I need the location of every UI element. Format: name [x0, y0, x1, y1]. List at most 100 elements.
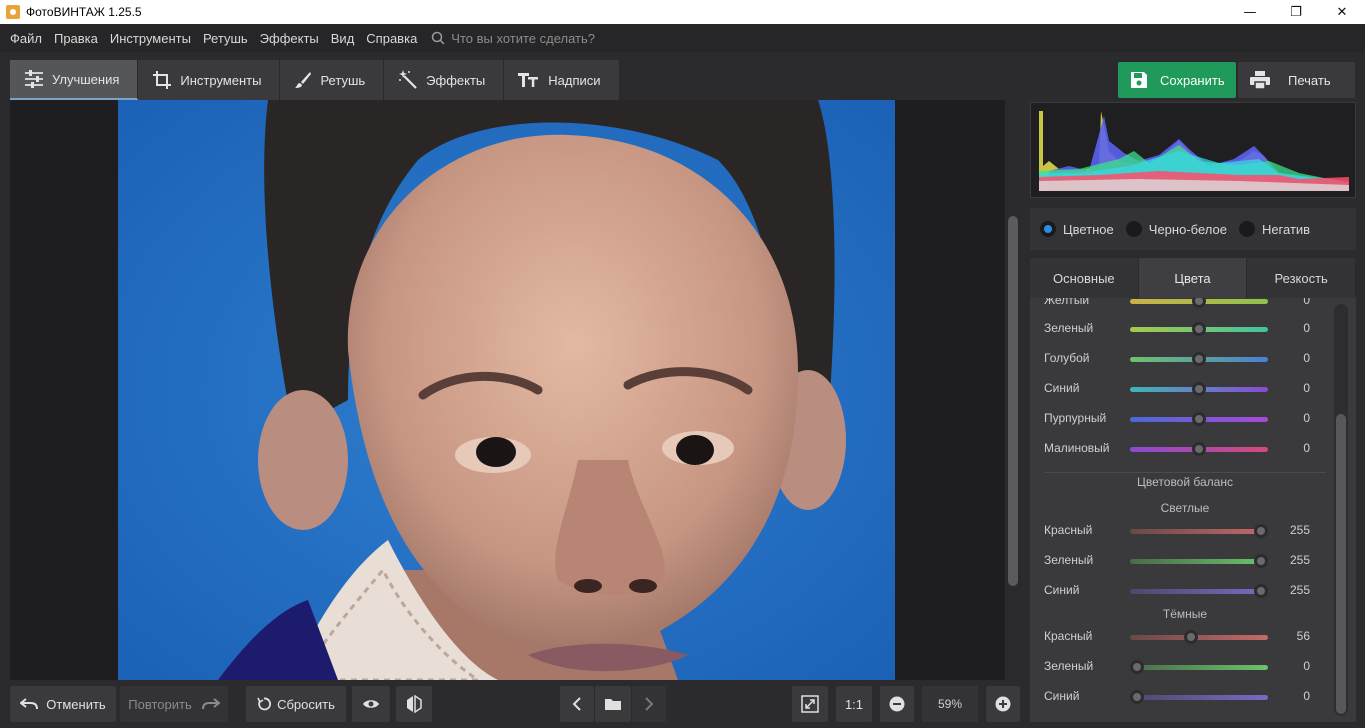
- radio-black-white[interactable]: Черно-белое: [1125, 221, 1227, 237]
- slider-label: Малиновый: [1044, 441, 1110, 455]
- slider-track[interactable]: [1130, 665, 1268, 670]
- slider-value: 56: [1296, 629, 1310, 643]
- image-canvas[interactable]: [10, 100, 1005, 680]
- menu-file[interactable]: Файл: [4, 31, 48, 46]
- radio-color[interactable]: Цветное: [1040, 221, 1114, 237]
- slider-knob[interactable]: [1254, 554, 1268, 568]
- brush-icon: [295, 72, 312, 88]
- menu-retouch[interactable]: Ретушь: [197, 31, 254, 46]
- tab-basic[interactable]: Основные: [1030, 258, 1139, 298]
- slider-knob[interactable]: [1192, 298, 1206, 308]
- radio-negative[interactable]: Негатив: [1238, 221, 1311, 237]
- tab-label: Улучшения: [52, 71, 120, 87]
- fit-screen-icon: [801, 695, 819, 713]
- slider-knob[interactable]: [1192, 412, 1206, 426]
- scrollbar-thumb[interactable]: [1336, 414, 1346, 714]
- reset-button[interactable]: Сбросить: [246, 686, 346, 722]
- tab-enhancements[interactable]: Улучшения: [10, 60, 139, 100]
- open-folder-button[interactable]: [595, 686, 631, 722]
- tab-sharpness[interactable]: Резкость: [1247, 258, 1357, 298]
- menu-effects[interactable]: Эффекты: [254, 31, 325, 46]
- slider-knob[interactable]: [1192, 322, 1206, 336]
- slider-label: Красный: [1044, 523, 1093, 537]
- eye-icon: [363, 700, 379, 708]
- slider-row-cyan: Голубой 0: [1030, 344, 1330, 374]
- maximize-button[interactable]: ❐: [1273, 0, 1319, 24]
- search-input[interactable]: [451, 30, 652, 46]
- radio-label: Негатив: [1261, 221, 1311, 237]
- slider-row-shadows-blue: Синий 0: [1030, 682, 1330, 712]
- slider-label: Зеленый: [1044, 553, 1094, 567]
- chevron-right-icon: [645, 697, 654, 711]
- previous-image-button[interactable]: [560, 686, 594, 722]
- slider-label: Красный: [1044, 629, 1093, 643]
- slider-track[interactable]: [1130, 589, 1268, 594]
- radio-label: Цветное: [1063, 221, 1114, 237]
- window-title: ФотоВИНТАЖ 1.25.5: [26, 5, 142, 19]
- next-image-button[interactable]: [632, 686, 666, 722]
- undo-button[interactable]: Отменить: [10, 686, 116, 722]
- slider-row-highlights-green: Зеленый 255: [1030, 546, 1330, 576]
- slider-label: Голубой: [1044, 351, 1090, 365]
- save-button[interactable]: Сохранить: [1118, 62, 1236, 98]
- canvas-vertical-scrollbar[interactable]: [1005, 100, 1021, 680]
- zoom-out-button[interactable]: [880, 686, 914, 722]
- save-label: Сохранить: [1160, 72, 1225, 88]
- slider-knob[interactable]: [1184, 630, 1198, 644]
- slider-track[interactable]: [1130, 559, 1268, 564]
- redo-label: Повторить: [128, 696, 192, 712]
- zoom-level: 59%: [922, 686, 978, 722]
- slider-knob[interactable]: [1192, 382, 1206, 396]
- shadows-title: Тёмные: [1162, 607, 1208, 621]
- slider-row-highlights-blue: Синий 255: [1030, 576, 1330, 606]
- preview-button[interactable]: [352, 686, 390, 722]
- menu-tools[interactable]: Инструменты: [104, 31, 197, 46]
- slider-row-shadows-green: Зеленый 0: [1030, 652, 1330, 682]
- fit-to-screen-button[interactable]: [792, 686, 828, 722]
- menu-help[interactable]: Справка: [360, 31, 423, 46]
- slider-label: Зеленый: [1044, 659, 1094, 673]
- tab-colors[interactable]: Цвета: [1138, 258, 1248, 298]
- slider-row-highlights-red: Красный 255: [1030, 516, 1330, 546]
- print-button[interactable]: Печать: [1238, 62, 1355, 98]
- slider-knob[interactable]: [1192, 442, 1206, 456]
- slider-label: Желтый: [1044, 298, 1090, 307]
- tab-captions[interactable]: Надписи: [504, 60, 620, 100]
- slider-row-shadows-red: Красный 56: [1030, 622, 1330, 652]
- slider-value: 255: [1289, 523, 1310, 537]
- slider-value: 0: [1303, 659, 1310, 673]
- menu-view[interactable]: Вид: [325, 31, 361, 46]
- slider-track[interactable]: [1130, 695, 1268, 700]
- panel-scrollbar[interactable]: [1334, 304, 1348, 716]
- section-divider: [1044, 472, 1326, 473]
- zoom-in-button[interactable]: [986, 686, 1020, 722]
- compare-button[interactable]: [396, 686, 432, 722]
- close-button[interactable]: ✕: [1319, 0, 1365, 24]
- slider-row-green: Зеленый 0: [1030, 314, 1330, 344]
- slider-knob[interactable]: [1130, 690, 1144, 704]
- slider-label: Синий: [1044, 381, 1080, 395]
- settings-tabs: Основные Цвета Резкость: [1030, 258, 1357, 298]
- histogram: [1030, 102, 1356, 198]
- slider-value: 0: [1303, 689, 1310, 703]
- slider-knob[interactable]: [1130, 660, 1144, 674]
- tab-tools[interactable]: Инструменты: [138, 60, 281, 100]
- actual-size-button[interactable]: 1:1: [836, 686, 872, 722]
- tab-effects[interactable]: Эффекты: [384, 60, 505, 100]
- minimize-button[interactable]: —: [1227, 0, 1273, 24]
- crop-icon: [153, 71, 172, 89]
- slider-knob[interactable]: [1254, 524, 1268, 538]
- scrollbar-thumb[interactable]: [1008, 216, 1018, 586]
- tab-retouch[interactable]: Ретушь: [280, 60, 385, 100]
- compare-icon: [407, 695, 422, 713]
- slider-knob[interactable]: [1254, 584, 1268, 598]
- color-balance-title: Цветовой баланс: [1137, 475, 1233, 489]
- redo-button[interactable]: Повторить: [120, 686, 228, 722]
- app-logo-icon: [6, 5, 20, 19]
- tab-label: Надписи: [548, 72, 601, 88]
- slider-track[interactable]: [1130, 529, 1268, 534]
- slider-track[interactable]: [1130, 635, 1268, 640]
- slider-knob[interactable]: [1192, 352, 1206, 366]
- slider-value: 0: [1303, 351, 1310, 365]
- menu-edit[interactable]: Правка: [48, 31, 104, 46]
